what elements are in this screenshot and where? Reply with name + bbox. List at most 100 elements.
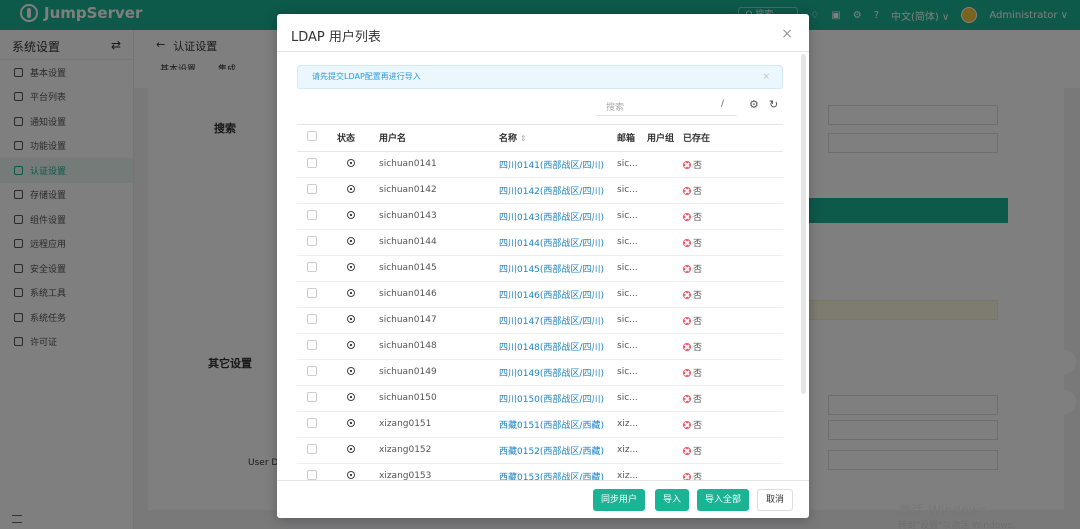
name-link[interactable]: 四川0150(西部战区/四川): [495, 385, 613, 412]
table-row[interactable]: sichuan0150 四川0150(西部战区/四川) sic... 否: [297, 385, 783, 412]
username-cell: sichuan0149: [375, 359, 495, 386]
select-all-checkbox[interactable]: [297, 125, 333, 152]
exists-value: 否: [693, 342, 703, 353]
row-checkbox[interactable]: [297, 203, 333, 230]
dialog-footer: 同步用户 导入 导入全部 取消: [277, 480, 809, 518]
row-checkbox[interactable]: [297, 255, 333, 282]
exists-cell: 否: [679, 151, 783, 178]
name-link[interactable]: 西藏0151(西部战区/西藏): [495, 411, 613, 438]
username-cell: sichuan0148: [375, 333, 495, 360]
email-cell: xiz...: [613, 437, 643, 464]
name-link[interactable]: 四川0145(西部战区/四川): [495, 255, 613, 282]
username-cell: xizang0152: [375, 437, 495, 464]
exists-cell: 否: [679, 229, 783, 256]
email-cell: sic...: [613, 229, 643, 256]
table-row[interactable]: sichuan0142 四川0142(西部战区/四川) sic... 否: [297, 177, 783, 204]
row-checkbox[interactable]: [297, 281, 333, 308]
settings-gear-icon[interactable]: ⚙: [749, 98, 759, 111]
status-dot-icon: [347, 236, 355, 245]
name-link[interactable]: 四川0141(西部战区/四川): [495, 151, 613, 178]
col-exists: 已存在: [679, 125, 783, 152]
cross-circle-icon: [683, 264, 691, 273]
name-link[interactable]: 四川0147(西部战区/四川): [495, 307, 613, 334]
email-cell: sic...: [613, 177, 643, 204]
status-dot-icon: [347, 158, 355, 167]
name-link[interactable]: 四川0146(西部战区/四川): [495, 281, 613, 308]
import-all-button[interactable]: 导入全部: [697, 489, 750, 511]
name-link[interactable]: 西藏0152(西部战区/西藏): [495, 437, 613, 464]
name-link[interactable]: 四川0148(西部战区/四川): [495, 333, 613, 360]
close-icon[interactable]: ×: [781, 26, 793, 42]
status-cell: [333, 255, 375, 282]
col-name[interactable]: 名称 ⇕: [495, 125, 613, 152]
name-link[interactable]: 四川0149(西部战区/四川): [495, 359, 613, 386]
row-checkbox[interactable]: [297, 411, 333, 438]
cross-circle-icon: [683, 420, 691, 429]
exists-cell: 否: [679, 281, 783, 308]
exists-cell: 否: [679, 411, 783, 438]
alert-close-icon[interactable]: ×: [762, 66, 770, 88]
row-checkbox[interactable]: [297, 333, 333, 360]
table-row[interactable]: xizang0152 西藏0152(西部战区/西藏) xiz... 否: [297, 437, 783, 464]
table-header-row: 状态 用户名 名称 ⇕ 邮箱 用户组 已存在: [297, 125, 783, 152]
col-email: 邮箱: [613, 125, 643, 152]
table-row[interactable]: sichuan0145 四川0145(西部战区/四川) sic... 否: [297, 255, 783, 282]
sort-icon[interactable]: ⇕: [520, 134, 527, 143]
name-link[interactable]: 四川0142(西部战区/四川): [495, 177, 613, 204]
email-cell: sic...: [613, 281, 643, 308]
groups-cell: [643, 151, 679, 178]
name-link[interactable]: 四川0144(西部战区/四川): [495, 229, 613, 256]
exists-cell: 否: [679, 307, 783, 334]
dialog-scrollbar[interactable]: [801, 54, 806, 394]
table-search-input[interactable]: 搜索: [595, 94, 737, 116]
email-cell: sic...: [613, 333, 643, 360]
row-checkbox[interactable]: [297, 463, 333, 480]
row-checkbox[interactable]: [297, 359, 333, 386]
col-status: 状态: [333, 125, 375, 152]
row-checkbox[interactable]: [297, 385, 333, 412]
status-cell: [333, 437, 375, 464]
name-link[interactable]: 四川0143(西部战区/四川): [495, 203, 613, 230]
table-row[interactable]: sichuan0143 四川0143(西部战区/四川) sic... 否: [297, 203, 783, 230]
groups-cell: [643, 307, 679, 334]
table-row[interactable]: sichuan0146 四川0146(西部战区/四川) sic... 否: [297, 281, 783, 308]
table-row[interactable]: sichuan0141 四川0141(西部战区/四川) sic... 否: [297, 151, 783, 178]
col-username: 用户名: [375, 125, 495, 152]
status-cell: [333, 151, 375, 178]
name-link[interactable]: 西藏0153(西部战区/西藏): [495, 463, 613, 480]
exists-cell: 否: [679, 177, 783, 204]
table-row[interactable]: sichuan0148 四川0148(西部战区/四川) sic... 否: [297, 333, 783, 360]
ldap-user-list-dialog: LDAP 用户列表 × 请先提交LDAP配置再进行导入 × 搜索 / ⚙ ↻ 状…: [277, 14, 809, 518]
table-row[interactable]: sichuan0144 四川0144(西部战区/四川) sic... 否: [297, 229, 783, 256]
table-row[interactable]: xizang0153 西藏0153(西部战区/西藏) xiz... 否: [297, 463, 783, 480]
status-dot-icon: [347, 418, 355, 427]
username-cell: sichuan0141: [375, 151, 495, 178]
status-dot-icon: [347, 288, 355, 297]
exists-value: 否: [693, 446, 703, 457]
cross-circle-icon: [683, 368, 691, 377]
status-cell: [333, 307, 375, 334]
email-cell: sic...: [613, 151, 643, 178]
email-cell: xiz...: [613, 463, 643, 480]
status-cell: [333, 281, 375, 308]
status-cell: [333, 333, 375, 360]
cancel-button[interactable]: 取消: [757, 489, 794, 511]
row-checkbox[interactable]: [297, 229, 333, 256]
refresh-icon[interactable]: ↻: [769, 98, 778, 111]
table-row[interactable]: sichuan0147 四川0147(西部战区/四川) sic... 否: [297, 307, 783, 334]
table-row[interactable]: sichuan0149 四川0149(西部战区/四川) sic... 否: [297, 359, 783, 386]
row-checkbox[interactable]: [297, 437, 333, 464]
cross-circle-icon: [683, 342, 691, 351]
row-checkbox[interactable]: [297, 151, 333, 178]
import-button[interactable]: 导入: [655, 489, 690, 511]
username-cell: sichuan0146: [375, 281, 495, 308]
sync-users-button[interactable]: 同步用户: [593, 489, 646, 511]
divider: [277, 51, 809, 52]
row-checkbox[interactable]: [297, 177, 333, 204]
table-row[interactable]: xizang0151 西藏0151(西部战区/西藏) xiz... 否: [297, 411, 783, 438]
cross-circle-icon: [683, 238, 691, 247]
status-cell: [333, 385, 375, 412]
row-checkbox[interactable]: [297, 307, 333, 334]
exists-cell: 否: [679, 437, 783, 464]
status-dot-icon: [347, 444, 355, 453]
